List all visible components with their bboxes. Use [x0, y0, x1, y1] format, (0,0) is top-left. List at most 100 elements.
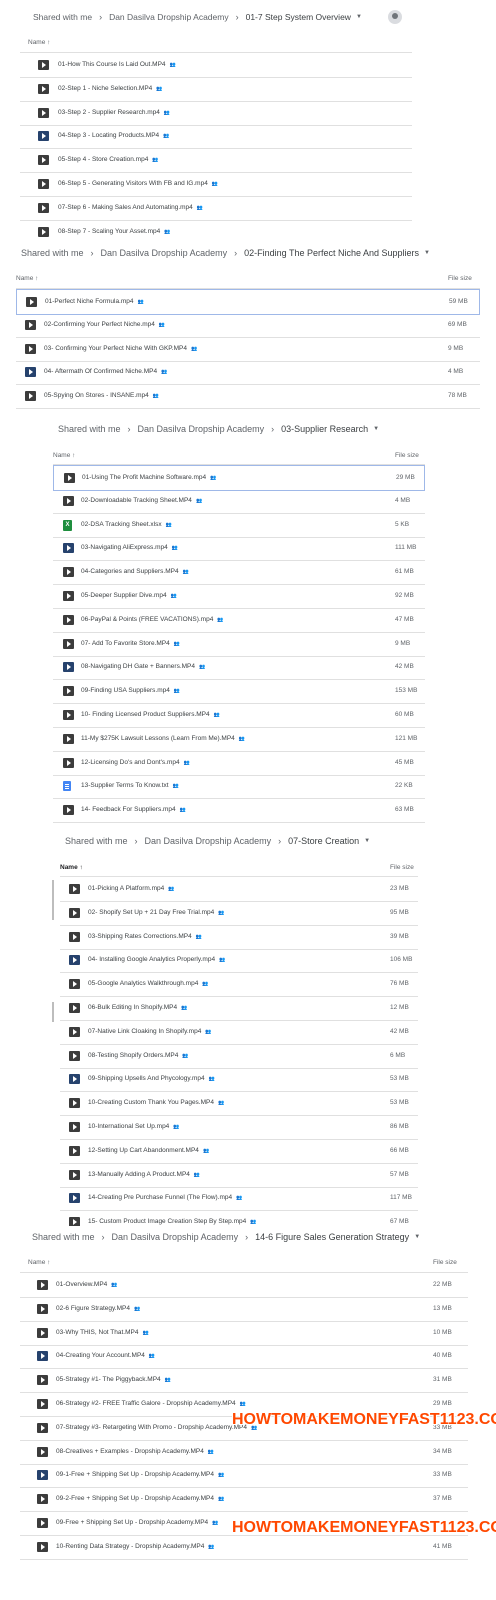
- size-column-header[interactable]: File size: [448, 275, 472, 282]
- file-row[interactable]: 09-2-Free + Shipping Set Up - Dropship A…: [20, 1487, 468, 1513]
- crumb-shared-with-me[interactable]: Shared with me: [21, 248, 84, 258]
- size-column-header[interactable]: File size: [390, 864, 414, 871]
- file-row[interactable]: 09-Finding USA Suppliers.mp4 👥 153 MB: [53, 679, 425, 705]
- chevron-down-icon[interactable]: ▼: [356, 14, 362, 20]
- file-row[interactable]: 01-Using The Profit Machine Software.mp4…: [53, 465, 425, 491]
- file-row[interactable]: 08-Navigating DH Gate + Banners.MP4 👥 42 M…: [53, 655, 425, 681]
- scrollbar[interactable]: [52, 880, 54, 920]
- file-name: 06-Step 5 - Generating Visitors With FB …: [58, 180, 218, 187]
- video-icon: [69, 907, 80, 918]
- file-size: 63 MB: [395, 806, 414, 814]
- scrollbar[interactable]: [52, 1002, 54, 1022]
- file-row[interactable]: 03-Shipping Rates Corrections.MP4 👥 39 MB: [60, 925, 418, 950]
- file-row[interactable]: 10-Creating Custom Thank You Pages.MP4 👥 5…: [60, 1091, 418, 1117]
- chevron-down-icon[interactable]: ▼: [414, 1234, 420, 1240]
- file-row[interactable]: 04-Creating Your Account.MP4 👥 40 MB: [20, 1344, 468, 1370]
- watermark: HOWTOMAKEMONEYFAST1123.COM: [232, 1411, 496, 1428]
- file-row[interactable]: 08-Creatives + Examples - Dropship Acade…: [20, 1440, 468, 1465]
- name-column-header[interactable]: Name ↑: [16, 275, 38, 282]
- crumb-folder[interactable]: 07-Store Creation: [288, 836, 359, 846]
- name-column-header[interactable]: Name ↑: [28, 39, 50, 46]
- crumb-folder[interactable]: 03-Supplier Research: [281, 424, 368, 434]
- file-row[interactable]: 02-Step 1 - Niche Selection.MP4 👥: [20, 77, 412, 102]
- file-row[interactable]: 05-Google Analytics Walkthrough.mp4 👥 76 M…: [60, 972, 418, 998]
- file-row[interactable]: 04- Aftermath Of Confirmed Niche.MP4 👥 4 M…: [16, 360, 480, 386]
- chevron-down-icon[interactable]: ▼: [364, 838, 370, 844]
- file-size: 37 MB: [433, 1495, 452, 1503]
- crumb-shared-with-me[interactable]: Shared with me: [65, 836, 128, 846]
- file-row[interactable]: 09-Shipping Upsells And Phycology.mp4 👥 53…: [60, 1067, 418, 1093]
- file-name-text: 10-Creating Custom Thank You Pages.MP4: [88, 1099, 214, 1107]
- shared-folder-icon[interactable]: [388, 10, 402, 24]
- file-row[interactable]: 10- Finding Licensed Product Suppliers.M…: [53, 703, 425, 728]
- file-row[interactable]: 02-Downloadable Tracking Sheet.MP4 👥 4 MB: [53, 489, 425, 514]
- name-column-header[interactable]: Name ↑: [60, 864, 83, 871]
- file-size: 42 MB: [390, 1027, 409, 1035]
- crumb-course[interactable]: Dan Dasilva Dropship Academy: [109, 12, 229, 22]
- size-column-header[interactable]: File size: [395, 452, 419, 459]
- chevron-down-icon[interactable]: ▼: [424, 250, 430, 256]
- shared-people-icon: 👥: [239, 1401, 246, 1407]
- crumb-folder[interactable]: 02-Finding The Perfect Niche And Supplie…: [244, 248, 419, 258]
- file-name: 01-Perfect Niche Formula.mp4 👥: [45, 298, 144, 305]
- file-row[interactable]: 08-Step 7 - Scaling Your Asset.mp4 👥: [20, 220, 412, 245]
- file-row[interactable]: 04-Step 3 - Locating Products.MP4 👥: [20, 124, 412, 150]
- file-row[interactable]: 02-Confirming Your Perfect Niche.mp4 👥 69 …: [16, 313, 480, 338]
- crumb-course[interactable]: Dan Dasilva Dropship Academy: [145, 836, 272, 846]
- file-row[interactable]: 03- Confirming Your Perfect Niche With G…: [16, 337, 480, 362]
- file-row[interactable]: 07-Step 6 - Making Sales And Automating.…: [20, 196, 412, 221]
- file-row[interactable]: 02-6 Figure Strategy.MP4 👥 13 MB: [20, 1297, 468, 1322]
- crumb-folder[interactable]: 14-6 Figure Sales Generation Strategy: [255, 1232, 409, 1242]
- file-row[interactable]: 03-Why THIS, Not That.MP4 👥 10 MB: [20, 1321, 468, 1346]
- file-row[interactable]: 10-International Set Up.mp4 👥 86 MB: [60, 1115, 418, 1140]
- file-row[interactable]: 01-Overview.MP4 👥 22 MB: [20, 1273, 468, 1298]
- crumb-shared-with-me[interactable]: Shared with me: [58, 424, 121, 434]
- crumb-course[interactable]: Dan Dasilva Dropship Academy: [112, 1232, 239, 1242]
- file-size: 57 MB: [390, 1170, 409, 1178]
- file-name: 05-Spying On Stores - INSANE.mp4 👥: [44, 392, 159, 399]
- crumb-course[interactable]: Dan Dasilva Dropship Academy: [138, 424, 265, 434]
- file-row[interactable]: 13-Supplier Terms To Know.txt 👥 22 KB: [53, 774, 425, 800]
- file-row[interactable]: 14- Feedback For Suppliers.mp4 👥 63 MB: [53, 798, 425, 824]
- file-row[interactable]: 07- Add To Favorite Store.MP4 👥 9 MB: [53, 632, 425, 657]
- file-row[interactable]: 09-1-Free + Shipping Set Up - Dropship A…: [20, 1463, 468, 1489]
- crumb-shared-with-me[interactable]: Shared with me: [32, 1232, 95, 1242]
- file-row[interactable]: 10-Renting Data Strategy - Dropship Acad…: [20, 1535, 468, 1560]
- file-name-text: 08-Step 7 - Scaling Your Asset.mp4: [58, 227, 161, 235]
- video-icon: [25, 391, 36, 402]
- file-row[interactable]: 04-Categories and Suppliers.MP4 👥 61 MB: [53, 560, 425, 586]
- file-row[interactable]: 01-Picking A Platform.mp4 👥 23 MB: [60, 877, 418, 902]
- file-row[interactable]: 06-Bulk Editing In Shopify.MP4 👥 12 MB: [60, 996, 418, 1021]
- file-row[interactable]: 06-Step 5 - Generating Visitors With FB …: [20, 172, 412, 197]
- file-row[interactable]: 05-Spying On Stores - INSANE.mp4 👥 78 MB: [16, 384, 480, 410]
- file-row[interactable]: 12-Licensing Do's and Dont's.mp4 👥 45 MB: [53, 751, 425, 776]
- crumb-shared-with-me[interactable]: Shared with me: [33, 12, 92, 22]
- file-row[interactable]: 08-Testing Shopify Orders.MP4 👥 6 MB: [60, 1044, 418, 1069]
- name-column-header[interactable]: Name ↑: [53, 452, 75, 459]
- file-row[interactable]: 01-How This Course Is Laid Out.MP4 👥: [20, 53, 412, 78]
- file-row[interactable]: 03-Navigating AliExpress.mp4 👥 111 MB: [53, 536, 425, 562]
- file-row[interactable]: 02- Shopify Set Up + 21 Day Free Trial.m…: [60, 901, 418, 926]
- file-row[interactable]: 12-Setting Up Cart Abandonment.MP4 👥 66 MB: [60, 1139, 418, 1164]
- file-name: 03-Shipping Rates Corrections.MP4 👥: [88, 933, 202, 940]
- file-size: 39 MB: [390, 932, 409, 940]
- file-row[interactable]: 05-Deeper Supplier Dive.mp4 👥 92 MB: [53, 584, 425, 609]
- file-row[interactable]: 11-My $275K Lawsuit Lessons (Learn From …: [53, 727, 425, 752]
- file-row[interactable]: 07-Native Link Cloaking In Shopify.mp4 👥 4…: [60, 1020, 418, 1045]
- size-column-header[interactable]: File size: [433, 1259, 457, 1266]
- crumb-folder[interactable]: 01-7 Step System Overview: [246, 12, 351, 22]
- crumb-course[interactable]: Dan Dasilva Dropship Academy: [101, 248, 228, 258]
- file-row[interactable]: 14-Creating Pre Purchase Funnel (The Flo…: [60, 1186, 418, 1212]
- file-row[interactable]: 05-Step 4 - Store Creation.mp4 👥: [20, 148, 412, 174]
- file-name-text: 08-Navigating DH Gate + Banners.MP4: [81, 663, 195, 671]
- file-row[interactable]: 05-Strategy #1- The Piggyback.MP4 👥 31 MB: [20, 1368, 468, 1394]
- file-row[interactable]: 03-Step 2 - Supplier Research.mp4 👥: [20, 101, 412, 126]
- file-row[interactable]: X 02-DSA Tracking Sheet.xlsx 👥 5 KB: [53, 513, 425, 538]
- shared-people-icon: 👥: [195, 933, 202, 940]
- chevron-down-icon[interactable]: ▼: [373, 426, 379, 432]
- file-row[interactable]: 06-PayPal & Points (FREE VACATIONS).mp4 👥…: [53, 608, 425, 633]
- name-column-header[interactable]: Name ↑: [28, 1259, 50, 1266]
- file-row[interactable]: 04- Installing Google Analytics Properly…: [60, 948, 418, 974]
- file-row[interactable]: 13-Manually Adding A Product.MP4 👥 57 MB: [60, 1163, 418, 1188]
- file-row[interactable]: 01-Perfect Niche Formula.mp4 👥 59 MB: [16, 289, 480, 315]
